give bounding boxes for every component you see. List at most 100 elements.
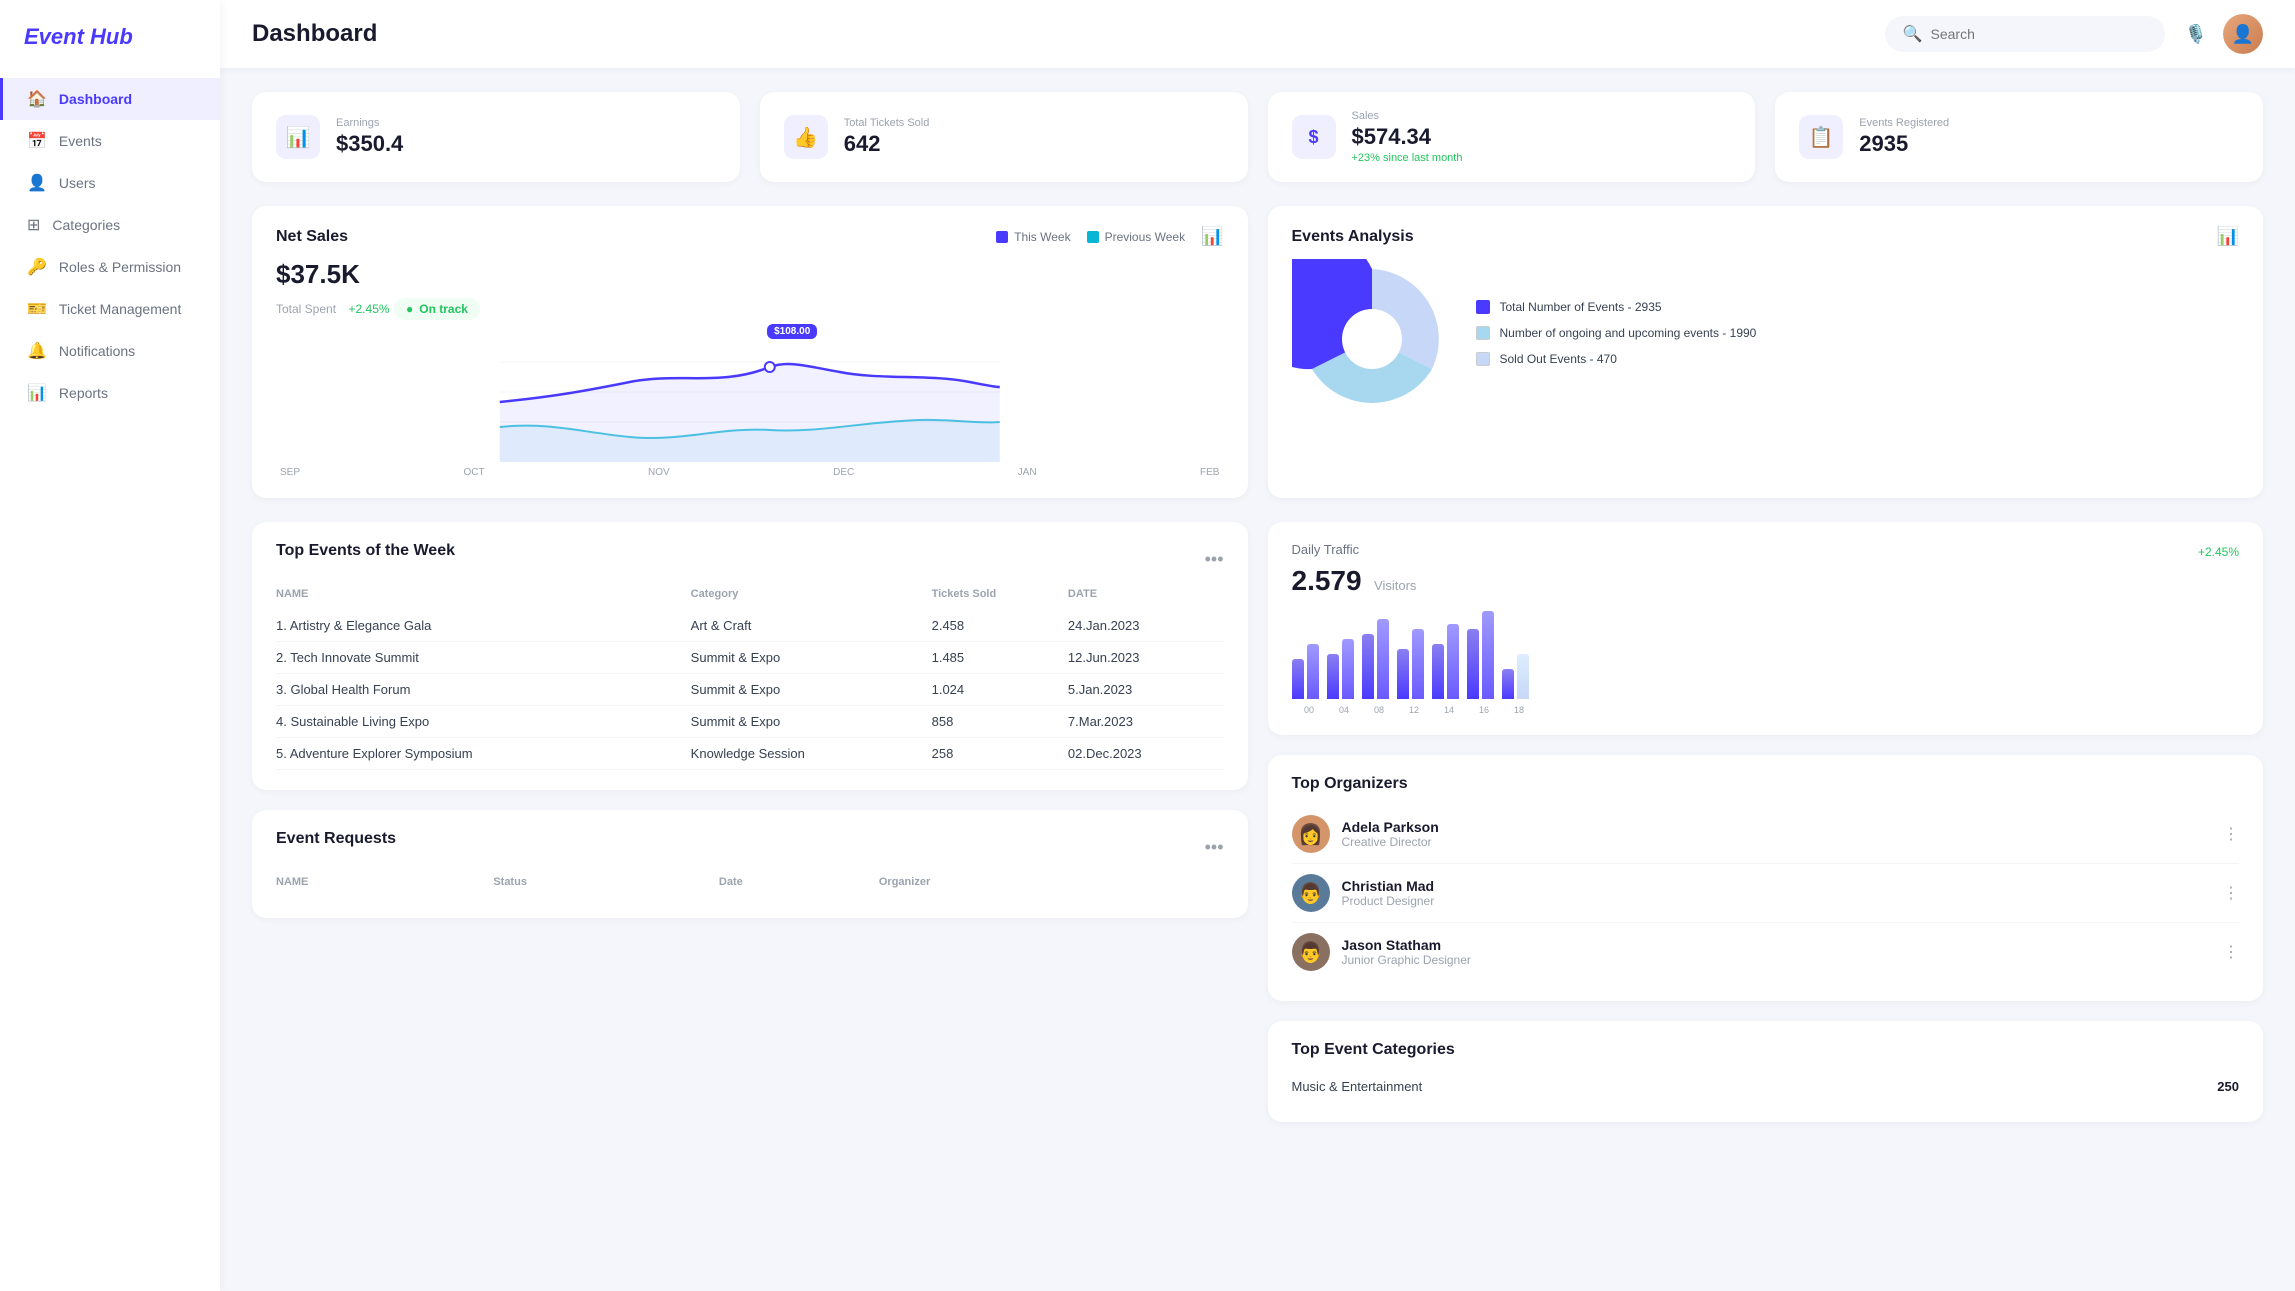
event-tickets: 2.458 [932,610,1068,642]
pie-legend: Total Number of Events - 2935 Number of … [1476,300,2240,378]
organizers-title: Top Organizers [1292,775,1408,793]
net-sales-trend: +2.45% [349,302,390,316]
pie-chart-area: Total Number of Events - 2935 Number of … [1292,259,2240,419]
organizer-item: 👩 Adela Parkson Creative Director ⋮ [1292,805,2240,864]
bar-4-1 [1432,644,1444,699]
search-bar[interactable]: 🔍 [1885,16,2165,52]
legend-total-box [1476,300,1490,314]
search-input[interactable] [1931,26,2147,42]
event-requests-table: NAME Status Date Organizer [276,876,1224,898]
org-name: Adela Parkson [1342,819,1439,835]
event-requests-title: Event Requests [276,830,396,848]
x-label-jan: JAN [1018,467,1037,478]
bar-chart [1292,609,2240,699]
bar-x-14: 14 [1436,705,1463,715]
events-registered-label: Events Registered [1859,117,1949,129]
bar-x-00: 00 [1296,705,1323,715]
bar-group-4 [1432,624,1459,699]
org-more-button[interactable]: ⋮ [2223,824,2239,844]
reports-icon: 📊 [27,383,47,403]
bar-x-08: 08 [1366,705,1393,715]
sidebar-item-roles[interactable]: 🔑 Roles & Permission [0,246,220,288]
users-icon: 👤 [27,173,47,193]
sales-value: $574.34 [1352,124,1463,150]
traffic-label: Daily Traffic [1292,542,1360,557]
org-info: Adela Parkson Creative Director [1342,819,1439,849]
net-sales-chart-toggle[interactable]: 📊 [1201,226,1223,247]
event-date: 24.Jan.2023 [1068,610,1224,642]
bar-4-2 [1447,624,1459,699]
event-category: Summit & Expo [691,642,932,674]
event-tickets: 858 [932,706,1068,738]
traffic-value: 2.579 [1292,565,1362,596]
categories-title: Top Event Categories [1292,1041,1455,1059]
event-requests-menu-button[interactable]: ••• [1205,837,1224,858]
sidebar-item-dashboard[interactable]: 🏠 Dashboard [0,78,220,120]
org-more-button[interactable]: ⋮ [2223,942,2239,962]
table-row: 2. Tech Innovate Summit Summit & Expo 1.… [276,642,1224,674]
bar-2-1 [1362,634,1374,699]
sales-icon: $ [1292,115,1336,159]
event-name: 3. Global Health Forum [276,674,691,706]
legend-soldout-box [1476,352,1490,366]
sidebar-label-tickets: Ticket Management [59,301,181,317]
bottom-row: Top Events of the Week ••• NAME Category… [252,522,2263,1122]
category-count-music: 250 [2217,1079,2239,1094]
net-sales-sub: Total Spent [276,302,336,316]
category-row-music: Music & Entertainment 250 [1292,1071,2240,1102]
events-registered-icon: 📋 [1799,115,1843,159]
x-label-dec: DEC [833,467,854,478]
search-icon: 🔍 [1903,24,1923,44]
header-actions: 🎙️ 👤 [2185,14,2263,54]
category-name-music: Music & Entertainment [1292,1079,1423,1094]
top-events-menu-button[interactable]: ••• [1205,549,1224,570]
event-category: Summit & Expo [691,674,932,706]
sidebar-label-reports: Reports [59,385,108,401]
avatar[interactable]: 👤 [2223,14,2263,54]
sidebar-item-events[interactable]: 📅 Events [0,120,220,162]
bar-x-labels: 00 04 08 12 14 16 18 [1292,705,2240,715]
main-area: Dashboard 🔍 🎙️ 👤 📊 Earnings $350.4 👍 [220,0,2295,1291]
org-avatar: 👩 [1292,815,1330,853]
sidebar-item-notifications[interactable]: 🔔 Notifications [0,330,220,372]
req-col-status: Status [493,876,719,898]
org-role: Creative Director [1342,835,1439,849]
legend-this-week-box [996,231,1008,243]
traffic-trend: +2.45% [2198,545,2239,559]
net-sales-chart: $108.00 [276,332,1224,478]
bar-6-2 [1517,654,1529,699]
event-date: 7.Mar.2023 [1068,706,1224,738]
organizer-item: 👨 Jason Statham Junior Graphic Designer … [1292,923,2240,981]
org-avatar: 👨 [1292,933,1330,971]
bar-chart-container: 00 04 08 12 14 16 18 [1292,609,2240,715]
stat-card-tickets: 👍 Total Tickets Sold 642 [760,92,1248,182]
events-icon: 📅 [27,131,47,151]
req-col-date: Date [719,876,879,898]
bar-0-1 [1292,659,1304,699]
bar-5-1 [1467,629,1479,699]
org-more-button[interactable]: ⋮ [2223,883,2239,903]
sidebar-item-categories[interactable]: ⊞ Categories [0,204,220,246]
sales-sub: +23% since last month [1352,152,1463,164]
legend-ongoing: Number of ongoing and upcoming events - … [1476,326,2240,340]
bar-3-2 [1412,629,1424,699]
sidebar-item-users[interactable]: 👤 Users [0,162,220,204]
legend-soldout: Sold Out Events - 470 [1476,352,2240,366]
sidebar-item-tickets[interactable]: 🎫 Ticket Management [0,288,220,330]
event-tickets: 1.024 [932,674,1068,706]
events-analysis-chart-toggle[interactable]: 📊 [2217,226,2239,247]
tickets-sold-icon: 👍 [784,115,828,159]
app-logo: Event Hub [0,24,220,78]
bar-2-2 [1377,619,1389,699]
sidebar-item-reports[interactable]: 📊 Reports [0,372,220,414]
legend-this-week-label: This Week [1014,230,1070,244]
charts-row: Net Sales This Week Previous Week 📊 [252,206,2263,498]
legend-soldout-label: Sold Out Events - 470 [1500,352,1617,366]
bar-3-1 [1397,649,1409,699]
table-row: 5. Adventure Explorer Symposium Knowledg… [276,738,1224,770]
content-area: 📊 Earnings $350.4 👍 Total Tickets Sold 6… [220,68,2295,1291]
earnings-value: $350.4 [336,131,403,157]
x-label-oct: OCT [463,467,484,478]
organizer-item: 👨 Christian Mad Product Designer ⋮ [1292,864,2240,923]
mic-button[interactable]: 🎙️ [2185,24,2207,45]
